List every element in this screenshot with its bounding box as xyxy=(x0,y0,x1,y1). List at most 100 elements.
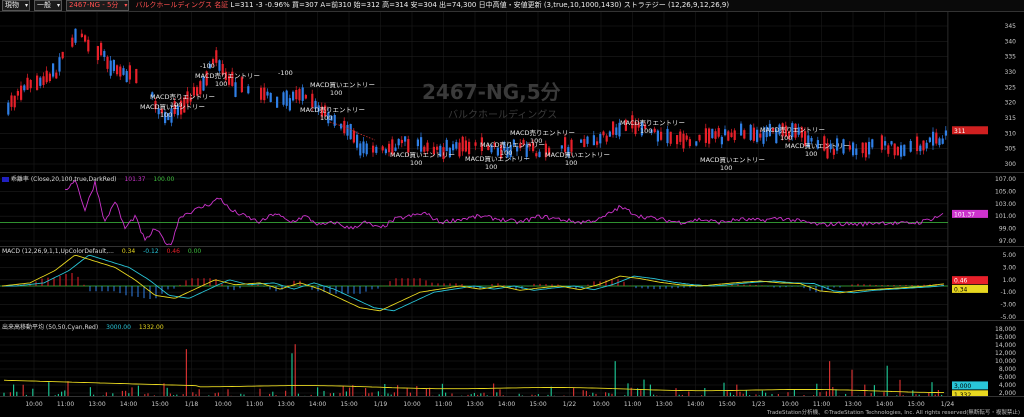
time-axis-label: 1/18 xyxy=(185,401,199,408)
candle-body xyxy=(218,60,221,71)
candle-body xyxy=(864,142,867,158)
price-pane[interactable]: 345 340 335 330 325 320 315 310 305 300 -100 MACD売り… xyxy=(0,12,1024,172)
candle-body xyxy=(711,128,714,138)
candle-body xyxy=(871,139,874,148)
candle-body xyxy=(20,85,23,100)
trailing-stop-line xyxy=(329,121,376,141)
candle-body xyxy=(599,133,602,144)
candle-body xyxy=(116,65,119,75)
candle-body xyxy=(695,141,698,146)
candle-body xyxy=(352,130,355,143)
macd-tick-label: 3.00 xyxy=(1003,264,1017,271)
price-tick-label: 335 xyxy=(1005,54,1017,61)
candle-body xyxy=(384,149,387,154)
candle-body xyxy=(61,51,64,59)
time-axis-label: 10:00 xyxy=(781,401,798,408)
candle-body xyxy=(26,77,29,90)
candle-body xyxy=(298,88,301,101)
market-name: 名証 xyxy=(214,1,229,9)
volume-tick-label: 4,000 xyxy=(999,382,1016,389)
candle-body xyxy=(80,33,83,37)
macd-last-tag-yellow: 0.34 xyxy=(954,286,968,293)
trade-annotation-qty: 100 xyxy=(215,80,227,88)
candle-body xyxy=(42,76,45,85)
volume-chart[interactable]: 18,00016,00014,00012,00010,0008,0006,000… xyxy=(0,321,1024,397)
candle-body xyxy=(922,140,925,151)
candle-body xyxy=(263,87,266,101)
candle-body xyxy=(935,132,938,144)
candle-body xyxy=(916,136,919,152)
macd-tick-label: -1.00 xyxy=(1000,289,1016,296)
trade-annotation-label: MACD売りエントリー xyxy=(300,105,365,114)
candle-body xyxy=(397,138,400,146)
market-select[interactable]: 一般 xyxy=(34,0,62,11)
candle-body xyxy=(416,139,419,147)
candle-body xyxy=(759,133,762,138)
candle-body xyxy=(420,137,423,152)
volume-tick-label: 12,000 xyxy=(995,350,1016,357)
trade-annotation-label: MACD買いエントリー xyxy=(465,155,530,163)
candle-body xyxy=(135,68,138,84)
deviation-pane[interactable]: 107.00 105.00 103.00 101.00 99.00 97.00 101.37… xyxy=(0,172,1024,247)
candle-body xyxy=(580,139,583,143)
candle-body xyxy=(602,131,605,136)
candle-body xyxy=(52,63,55,77)
candle-body xyxy=(468,141,471,155)
trade-annotation-qty: 100 xyxy=(640,127,652,135)
quote-line: L=311 -3 -0.96% 買=307 A=前310 始=312 高=314… xyxy=(230,1,730,9)
mode-select[interactable]: 現物 xyxy=(2,0,30,11)
candle-body xyxy=(586,136,589,144)
trade-annotation-qty: 100 xyxy=(720,164,732,172)
candle-body xyxy=(810,137,813,142)
deviation-tick-label: 97.00 xyxy=(999,238,1016,245)
trade-annotation-label: MACD売りエントリー xyxy=(620,118,685,127)
macd-chart[interactable]: 5.003.001.00-1.00-3.00-5.000.460.34 xyxy=(0,247,1024,321)
candle-body xyxy=(941,138,944,144)
candle-body xyxy=(608,131,611,137)
symbol-select[interactable]: 2467-NG - 5分 xyxy=(66,0,130,11)
time-axis-label: 15:00 xyxy=(340,401,357,408)
candle-body xyxy=(733,130,736,141)
candle-body xyxy=(685,135,688,140)
time-axis-label: 15:00 xyxy=(718,401,735,408)
candle-body xyxy=(855,148,858,155)
volume-value-yellow: 1332.00 xyxy=(138,324,164,331)
macd-pane[interactable]: 5.00 3.00 1.00 -1.00 -3.00 -5.00 0.46 0.34 MACD… xyxy=(0,246,1024,321)
time-axis-label: 10:00 xyxy=(592,401,609,408)
macd-label: MACD (12,26,9,1,1,UpColorDefault,... xyxy=(2,248,114,255)
candle-body xyxy=(112,59,115,71)
time-axis-label: 14:00 xyxy=(876,401,893,408)
deviation-chart[interactable]: 107.00 105.00 103.00 101.00 99.00 97.00 101.37 xyxy=(0,173,1024,247)
candle-body xyxy=(13,95,16,108)
candle-body xyxy=(717,128,720,137)
volume-pane[interactable]: 18,000 16,000 14,000 12,000 10,000 8,000 6,000… xyxy=(0,320,1024,397)
macd-value-cyan: -0.12 xyxy=(143,248,159,255)
candle-body xyxy=(215,50,218,63)
time-axis-label: 14:00 xyxy=(120,401,137,408)
time-axis-label: 13:00 xyxy=(655,401,672,408)
deviation-last-tag: 101.37 xyxy=(954,211,975,218)
company-name: バルクホールディングス xyxy=(135,1,212,9)
time-axis-label: 15:00 xyxy=(529,401,546,408)
candle-body xyxy=(596,141,599,145)
candle-body xyxy=(234,82,237,97)
candle-body xyxy=(880,135,883,150)
candle-body xyxy=(756,129,759,142)
candle-body xyxy=(615,127,618,135)
candle-body xyxy=(100,42,103,56)
candle-body xyxy=(400,139,403,144)
candle-body xyxy=(900,145,903,157)
candle-body xyxy=(48,73,51,82)
macd-tick-label: 5.00 xyxy=(1003,252,1017,259)
candle-body xyxy=(704,128,707,143)
candle-body xyxy=(564,137,567,152)
candle-body xyxy=(669,131,672,144)
trade-annotation-label: MACD買いエントリー xyxy=(310,81,375,89)
price-tick-label: 305 xyxy=(1005,146,1017,153)
macd-signal-line xyxy=(2,254,945,312)
candle-body xyxy=(749,124,752,140)
candle-body xyxy=(74,28,77,43)
macd-tick-label: 1.00 xyxy=(1003,277,1017,284)
trade-annotation-label: MACD売りエントリー xyxy=(480,140,545,149)
candle-body xyxy=(455,142,458,149)
